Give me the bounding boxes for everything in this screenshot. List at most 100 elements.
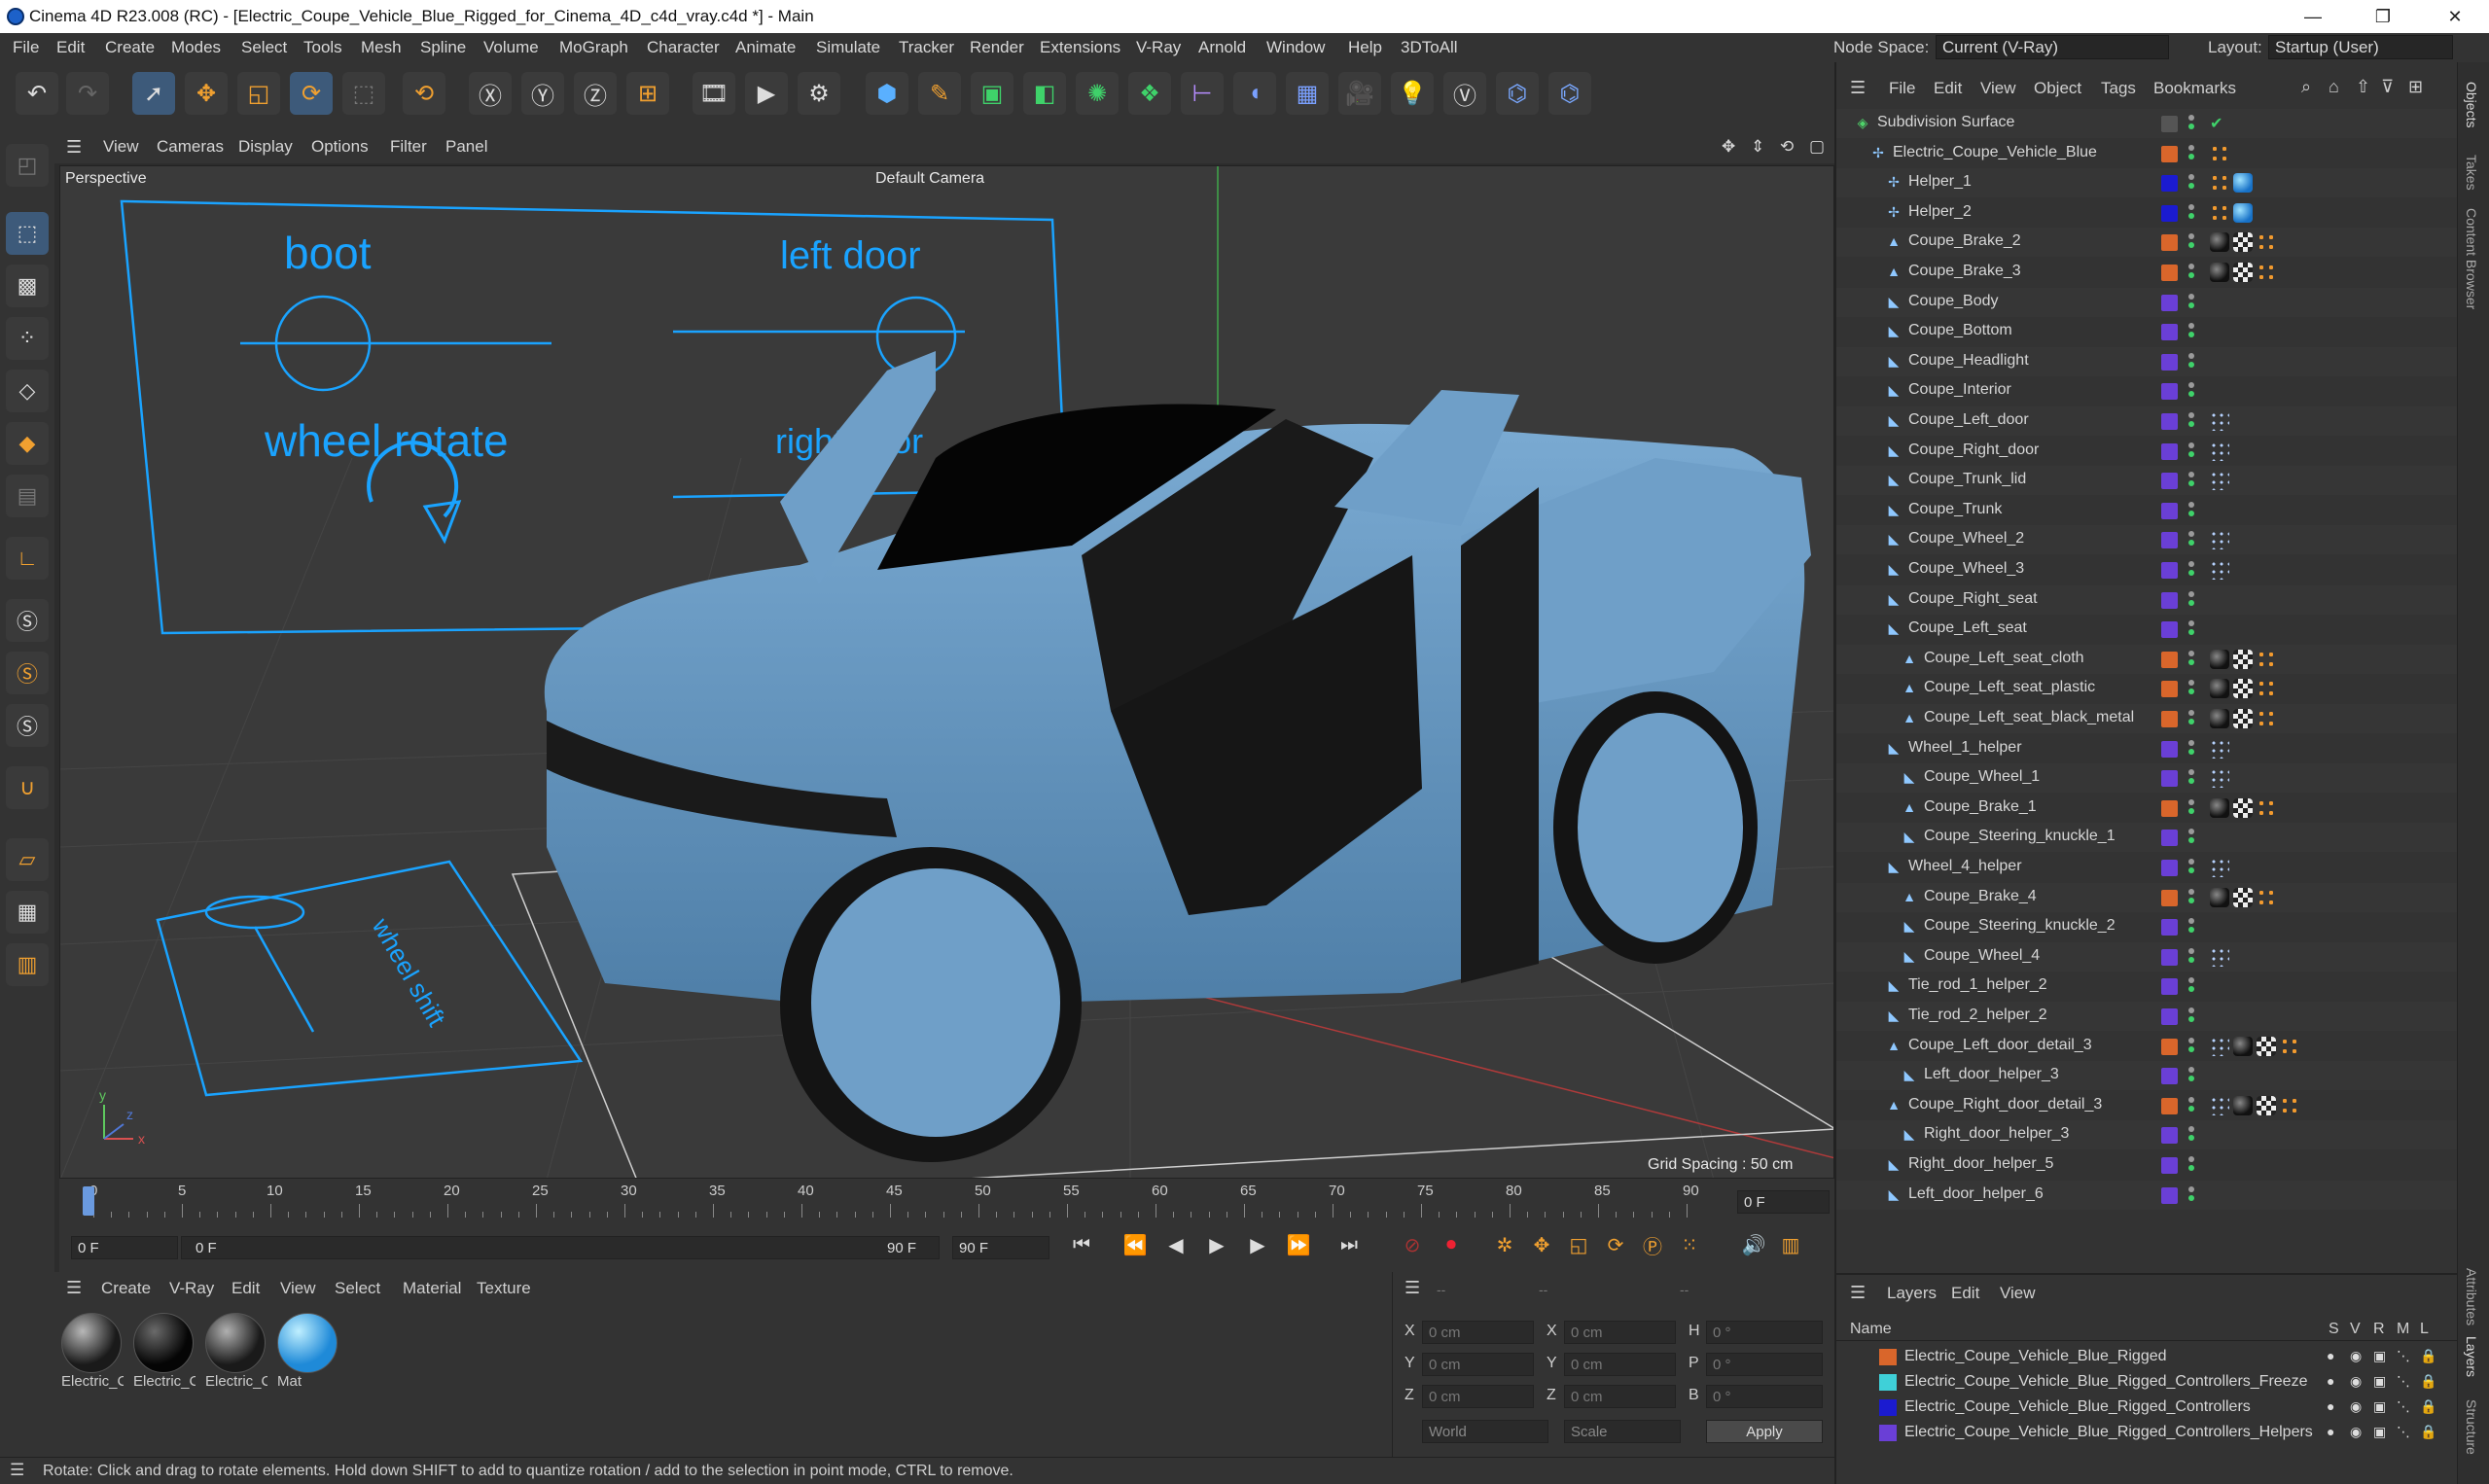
visibility-dots[interactable] <box>2188 531 2194 550</box>
layer-row[interactable]: Electric_Coupe_Vehicle_Blue_Rigged_Contr… <box>1836 1370 2459 1395</box>
menu-window[interactable]: Window <box>1266 38 1325 57</box>
render-icon[interactable]: ▣ <box>2373 1373 2386 1390</box>
object-row[interactable]: ◣ Coupe_Wheel_3 <box>1836 555 2459 584</box>
object-row[interactable]: ◣ Tie_rod_1_helper_2 <box>1836 972 2459 1001</box>
layer-color-swatch[interactable] <box>2161 473 2178 490</box>
manager-icon[interactable]: ⋱ <box>2397 1373 2410 1390</box>
visibility-dots[interactable] <box>2188 918 2194 937</box>
deformer-icon[interactable]: ❖ <box>1128 72 1171 115</box>
xpresso-tag-icon[interactable] <box>2257 709 2276 728</box>
visibility-dots[interactable] <box>2188 501 2194 521</box>
tab-attributes[interactable]: Attributes <box>2464 1268 2479 1325</box>
layer-color-swatch[interactable] <box>2161 830 2178 847</box>
xpresso-tag-icon[interactable] <box>2257 887 2276 907</box>
vp-menu-panel[interactable]: Panel <box>445 137 487 157</box>
material-tag-icon[interactable] <box>2210 232 2229 253</box>
pos-z-field[interactable]: 0 cm <box>1422 1385 1534 1408</box>
layer-color-swatch[interactable] <box>2161 204 2178 222</box>
nodespace-dropdown[interactable]: Current (V-Ray) <box>1936 35 2169 59</box>
constraint-tag-icon[interactable] <box>2210 768 2229 789</box>
object-row[interactable]: ◣ Coupe_Wheel_1 <box>1836 763 2459 794</box>
object-row[interactable]: ◣ Coupe_Bottom <box>1836 317 2459 346</box>
visibility-dots[interactable] <box>2188 115 2194 134</box>
object-row[interactable]: ✢ Electric_Coupe_Vehicle_Blue <box>1836 139 2459 168</box>
visibility-dots[interactable] <box>2188 710 2194 729</box>
visibility-dots[interactable] <box>2188 859 2194 878</box>
visibility-dots[interactable] <box>2188 739 2194 760</box>
visible-icon[interactable]: ◉ <box>2350 1348 2362 1364</box>
mat-menu-material[interactable]: Material <box>403 1279 461 1298</box>
vp-menu-options[interactable]: Options <box>311 137 369 157</box>
layer-color-swatch[interactable] <box>2161 681 2178 698</box>
lock-icon[interactable]: 🔒 <box>2420 1348 2436 1364</box>
object-row[interactable]: ◣ Coupe_Steering_knuckle_1 <box>1836 823 2459 853</box>
vp-menu-display[interactable]: Display <box>238 137 293 157</box>
layout-dropdown[interactable]: Startup (User) <box>2268 35 2453 59</box>
visibility-dots[interactable] <box>2188 590 2194 611</box>
layer-color-swatch[interactable] <box>1879 1349 1897 1365</box>
xpresso-tag-icon[interactable] <box>2257 649 2276 669</box>
layer-color-swatch[interactable] <box>2161 770 2178 788</box>
tab-structure[interactable]: Structure <box>2464 1399 2479 1455</box>
timeline-ruler[interactable]: 051015202530354045505560657075808590 0 F <box>59 1179 1834 1235</box>
constraint-tag-icon[interactable] <box>2210 738 2229 759</box>
constraint-tag-icon[interactable] <box>2210 471 2229 491</box>
visibility-dots[interactable] <box>2188 174 2194 194</box>
scale-icon[interactable]: ◱ <box>237 72 280 115</box>
layer-color-swatch[interactable] <box>1879 1374 1897 1391</box>
lock-icon[interactable]: 🔒 <box>2420 1398 2436 1415</box>
object-row[interactable]: ◣ Coupe_Steering_knuckle_2 <box>1836 912 2459 941</box>
menu-animate[interactable]: Animate <box>735 38 796 57</box>
layer-color-swatch[interactable] <box>2161 799 2178 817</box>
material-tag-icon[interactable] <box>2210 649 2229 669</box>
xpresso-tag-icon[interactable] <box>2210 173 2229 194</box>
tab-layers[interactable]: Layers <box>2464 1336 2479 1377</box>
playhead[interactable] <box>83 1186 94 1216</box>
obj-filter-icon[interactable]: ⊽ <box>2381 77 2394 97</box>
material-swatch[interactable]: Electric_Coupe <box>133 1313 196 1398</box>
menu-simulate[interactable]: Simulate <box>816 38 880 57</box>
current-frame-field[interactable]: 0 F <box>1737 1190 1830 1214</box>
layer-menu-edit[interactable]: Edit <box>1951 1284 1979 1303</box>
key-selection-icon[interactable]: ✲ <box>1489 1229 1520 1260</box>
visibility-dots[interactable] <box>2188 798 2194 819</box>
cube-icon[interactable]: ⬢ <box>866 72 908 115</box>
menu-help[interactable]: Help <box>1348 38 1382 57</box>
visibility-dots[interactable] <box>2188 1126 2194 1146</box>
object-row[interactable]: ✢ Helper_1 <box>1836 168 2459 198</box>
snap-s1-icon[interactable]: Ⓢ <box>6 599 49 642</box>
layer-color-swatch[interactable] <box>2161 234 2178 252</box>
environment-icon[interactable]: ◖ <box>1233 72 1276 115</box>
render-view-icon[interactable]: 🎞 <box>693 72 735 115</box>
apply-button[interactable]: Apply <box>1706 1420 1823 1443</box>
model-mode-icon[interactable]: ⬚ <box>6 212 49 255</box>
menu-arnold[interactable]: Arnold <box>1198 38 1246 57</box>
object-row[interactable]: ◣ Left_door_helper_6 <box>1836 1180 2459 1210</box>
record-disabled-icon[interactable]: ⊘ <box>1397 1229 1428 1260</box>
render-icon[interactable]: ▣ <box>2373 1424 2386 1440</box>
obj-menu-file[interactable]: File <box>1889 79 1915 98</box>
undo-icon[interactable]: ↶ <box>16 72 58 115</box>
size-x-field[interactable]: 0 cm <box>1564 1321 1676 1344</box>
obj-menu-view[interactable]: View <box>1980 79 2016 98</box>
visibility-dots[interactable] <box>2188 829 2194 848</box>
uvw-tag-icon[interactable] <box>2257 1095 2276 1115</box>
key-position-icon[interactable]: ✥ <box>1526 1229 1557 1260</box>
menu-create[interactable]: Create <box>105 38 155 57</box>
visibility-dots[interactable] <box>2188 769 2194 789</box>
object-row[interactable]: ▲ Coupe_Brake_4 <box>1836 882 2459 912</box>
coordinate-system-icon[interactable]: ⊞ <box>626 72 669 115</box>
layer-color-swatch[interactable] <box>2161 532 2178 549</box>
vp-menu-view[interactable]: View <box>103 137 139 157</box>
object-row[interactable]: ◣ Coupe_Left_door <box>1836 406 2459 436</box>
visibility-dots[interactable] <box>2188 264 2194 283</box>
mat-menu-texture[interactable]: Texture <box>477 1279 531 1298</box>
vp-pan-icon[interactable]: ⇕ <box>1751 137 1764 157</box>
solo-icon[interactable]: ● <box>2327 1424 2334 1439</box>
magnet-icon[interactable]: ∪ <box>6 766 49 809</box>
material-swatch[interactable]: Electric_Coupe <box>205 1313 267 1398</box>
xpresso-tag-icon[interactable] <box>2257 232 2276 253</box>
object-row[interactable]: ◣ Coupe_Wheel_4 <box>1836 941 2459 972</box>
film-icon[interactable]: ▥ <box>1775 1229 1806 1260</box>
previous-frame-icon[interactable]: ◀ <box>1160 1229 1191 1260</box>
